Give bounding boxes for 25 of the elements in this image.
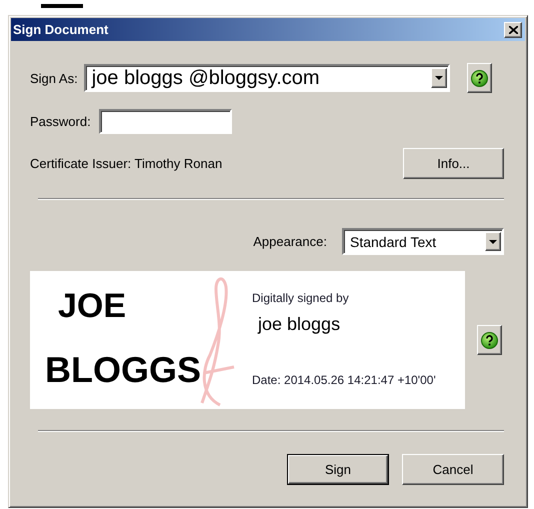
certificate-issuer-text: Certificate Issuer: Timothy Ronan [30,156,222,171]
field-label: Sign As: [30,70,78,86]
field-label: Password: [30,114,91,129]
default-button[interactable]: Sign [287,454,389,485]
signature-date: Date: 2014.05.26 14:21:47 +10'00' [252,373,436,387]
dialog-button[interactable]: Cancel [402,454,504,485]
field-label: Appearance: [253,234,327,249]
help-icon [481,332,498,348]
window-title: Sign Document [13,22,108,37]
caret-icon [489,240,497,244]
help-button[interactable] [477,325,502,355]
password-field[interactable] [98,109,232,134]
close-icon [508,26,518,34]
signature-caption: Digitally signed by [252,291,349,305]
signer-name: joe bloggs [258,314,340,335]
help-button[interactable] [466,63,492,93]
caret-icon [434,76,443,80]
close-button[interactable] [504,22,522,38]
window-edge-mark [41,4,83,8]
help-icon [470,70,488,86]
sign-as-dropdown[interactable]: joe bloggs @bloggsy.com [84,64,450,92]
appearance-dropdown[interactable]: Standard Text [342,228,504,255]
signature-name: JOE [58,287,126,326]
info-button[interactable]: Info... [403,148,504,179]
signature-name: BLOGGS [45,349,202,391]
